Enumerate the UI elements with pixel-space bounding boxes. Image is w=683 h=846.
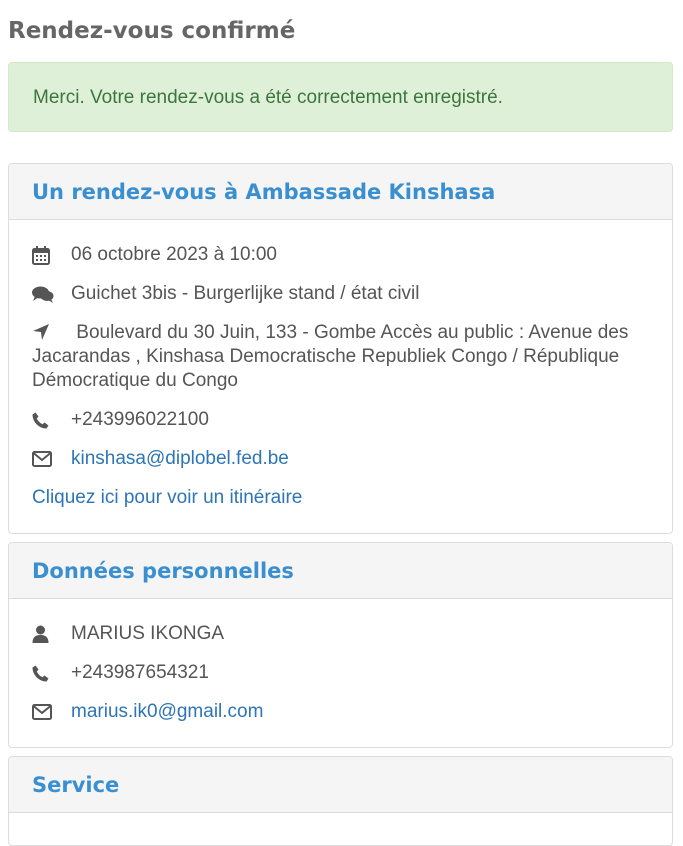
envelope-icon xyxy=(32,702,56,722)
appointment-address-row: Boulevard du 30 Juin, 133 - Gombe Accès … xyxy=(32,321,649,393)
personal-phone: +243987654321 xyxy=(71,662,209,683)
service-panel-heading: Service xyxy=(9,757,672,813)
service-panel-title: Service xyxy=(32,773,120,797)
appointment-counter-row: Guichet 3bis - Burgerlijke stand / état … xyxy=(32,282,649,306)
personal-name-row: MARIUS IKONGA xyxy=(32,622,649,646)
appointment-panel: Un rendez-vous à Ambassade Kinshasa 06 o… xyxy=(8,163,673,534)
success-alert-text: Merci. Votre rendez-vous a été correctem… xyxy=(33,87,503,108)
personal-data-panel-title: Données personnelles xyxy=(32,559,294,583)
personal-phone-row: +243987654321 xyxy=(32,661,649,685)
appointment-phone-row: +243996022100 xyxy=(32,408,649,432)
appointment-email-link[interactable]: kinshasa@diplobel.fed.be xyxy=(32,447,649,471)
appointment-panel-heading: Un rendez-vous à Ambassade Kinshasa xyxy=(9,164,672,220)
envelope-icon xyxy=(32,449,56,469)
itinerary-row: Cliquez ici pour voir un itinéraire xyxy=(32,486,649,510)
appointment-datetime: 06 octobre 2023 à 10:00 xyxy=(71,244,278,265)
calendar-icon xyxy=(32,245,56,265)
location-arrow-icon xyxy=(32,322,56,342)
personal-email-link[interactable]: marius.ik0@gmail.com xyxy=(32,700,649,724)
appointment-counter: Guichet 3bis - Burgerlijke stand / état … xyxy=(71,283,420,304)
service-panel: Service xyxy=(8,756,673,846)
phone-icon xyxy=(32,410,56,430)
appointment-datetime-row: 06 octobre 2023 à 10:00 xyxy=(32,243,649,267)
personal-email-row: marius.ik0@gmail.com xyxy=(32,700,649,724)
personal-data-panel: Données personnelles MARIUS IKONGA +2439… xyxy=(8,542,673,748)
page-title: Rendez-vous confirmé xyxy=(8,18,296,44)
success-alert: Merci. Votre rendez-vous a été correctem… xyxy=(8,62,673,132)
personal-data-panel-heading: Données personnelles xyxy=(9,543,672,599)
personal-name: MARIUS IKONGA xyxy=(71,623,225,644)
comments-icon xyxy=(32,284,56,304)
user-icon xyxy=(32,624,56,644)
appointment-panel-title: Un rendez-vous à Ambassade Kinshasa xyxy=(32,180,496,204)
appointment-email-row: kinshasa@diplobel.fed.be xyxy=(32,447,649,471)
appointment-phone: +243996022100 xyxy=(71,409,209,430)
itinerary-link[interactable]: Cliquez ici pour voir un itinéraire xyxy=(32,487,302,508)
phone-icon xyxy=(32,663,56,683)
appointment-address: Boulevard du 30 Juin, 133 - Gombe Accès … xyxy=(32,322,629,391)
